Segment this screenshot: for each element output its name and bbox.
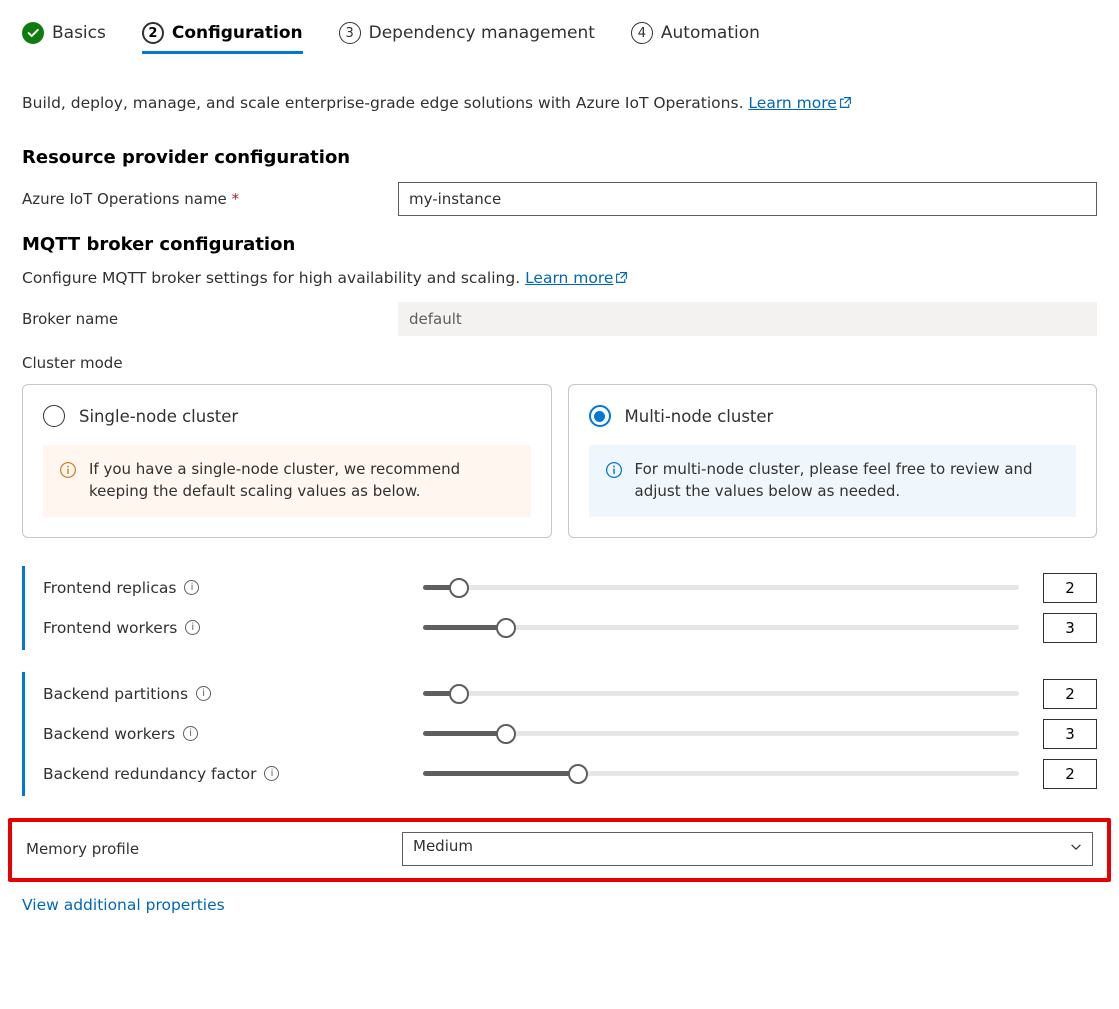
slider-track[interactable] [423, 578, 1019, 598]
info-banner: If you have a single-node cluster, we re… [43, 445, 531, 517]
learn-more-link[interactable]: Learn more [748, 94, 851, 112]
subtext-body: Configure MQTT broker settings for high … [22, 269, 525, 287]
intro-body: Build, deploy, manage, and scale enterpr… [22, 94, 748, 112]
info-icon [59, 461, 77, 503]
field-broker-name: Broker name [22, 302, 1097, 336]
slider-backend-redundancy: Backend redundancy factor i [43, 754, 1097, 794]
section-heading-mqtt: MQTT broker configuration [22, 234, 1097, 255]
slider-backend-partitions: Backend partitions i [43, 674, 1097, 714]
tab-configuration[interactable]: 2 Configuration [142, 18, 303, 54]
slider-thumb[interactable] [496, 618, 516, 638]
info-banner: For multi-node cluster, please feel free… [589, 445, 1077, 517]
wizard-tabs: Basics 2 Configuration 3 Dependency mana… [22, 18, 1097, 60]
info-icon[interactable]: i [196, 686, 211, 701]
field-label: Memory profile [26, 840, 402, 858]
slider-label: Frontend workers i [43, 619, 399, 637]
slider-label: Backend redundancy factor i [43, 765, 399, 783]
info-icon [605, 461, 623, 503]
slider-thumb[interactable] [496, 724, 516, 744]
info-icon[interactable]: i [184, 580, 199, 595]
slider-value-input[interactable] [1043, 719, 1097, 749]
info-icon[interactable]: i [183, 726, 198, 741]
slider-track[interactable] [423, 764, 1019, 784]
slider-backend-workers: Backend workers i [43, 714, 1097, 754]
step-number-icon: 3 [339, 22, 361, 44]
cluster-mode-label: Cluster mode [22, 354, 1097, 372]
slider-thumb[interactable] [449, 578, 469, 598]
slider-value-input[interactable] [1043, 613, 1097, 643]
required-asterisk: * [232, 190, 240, 208]
section-heading-resource-provider: Resource provider configuration [22, 147, 1097, 168]
label-text: Azure IoT Operations name [22, 190, 227, 208]
slider-value-input[interactable] [1043, 679, 1097, 709]
label-text: Backend workers [43, 725, 175, 743]
field-label: Broker name [22, 310, 398, 328]
slider-track[interactable] [423, 618, 1019, 638]
tab-label: Configuration [172, 23, 303, 43]
backend-slider-group: Backend partitions i Backend workers i Bac… [22, 672, 1097, 796]
field-memory-profile: Memory profile Medium [26, 832, 1093, 866]
mqtt-subtext: Configure MQTT broker settings for high … [22, 269, 1097, 288]
memory-profile-highlight: Memory profile Medium [8, 818, 1111, 882]
tab-label: Basics [52, 23, 106, 43]
option-multi-node[interactable]: Multi-node cluster For multi-node cluste… [568, 384, 1098, 538]
option-title: Single-node cluster [79, 407, 238, 426]
link-label: Learn more [525, 269, 613, 287]
external-link-icon [615, 270, 628, 288]
intro-text: Build, deploy, manage, and scale enterpr… [22, 94, 1097, 113]
slider-value-input[interactable] [1043, 573, 1097, 603]
slider-track[interactable] [423, 684, 1019, 704]
radio-icon[interactable] [43, 405, 65, 427]
tab-label: Dependency management [369, 23, 595, 43]
tab-automation[interactable]: 4 Automation [631, 18, 760, 54]
slider-frontend-replicas: Frontend replicas i [43, 568, 1097, 608]
banner-text: For multi-node cluster, please feel free… [635, 459, 1061, 503]
option-title: Multi-node cluster [625, 407, 774, 426]
slider-track[interactable] [423, 724, 1019, 744]
step-number-icon: 4 [631, 22, 653, 44]
field-label: Azure IoT Operations name * [22, 190, 398, 208]
memory-profile-select[interactable]: Medium [402, 832, 1093, 866]
label-text: Frontend replicas [43, 579, 176, 597]
radio-icon[interactable] [589, 405, 611, 427]
label-text: Backend partitions [43, 685, 188, 703]
info-icon[interactable]: i [185, 620, 200, 635]
slider-thumb[interactable] [568, 764, 588, 784]
slider-label: Backend partitions i [43, 685, 399, 703]
option-header: Multi-node cluster [589, 405, 1077, 427]
tab-label: Automation [661, 23, 760, 43]
slider-value-input[interactable] [1043, 759, 1097, 789]
slider-frontend-workers: Frontend workers i [43, 608, 1097, 648]
banner-text: If you have a single-node cluster, we re… [89, 459, 515, 503]
slider-label: Backend workers i [43, 725, 399, 743]
label-text: Backend redundancy factor [43, 765, 256, 783]
external-link-icon [839, 95, 852, 113]
option-single-node[interactable]: Single-node cluster If you have a single… [22, 384, 552, 538]
option-header: Single-node cluster [43, 405, 531, 427]
frontend-slider-group: Frontend replicas i Frontend workers i [22, 566, 1097, 650]
slider-thumb[interactable] [449, 684, 469, 704]
label-text: Frontend workers [43, 619, 177, 637]
learn-more-link[interactable]: Learn more [525, 269, 628, 287]
select-value: Medium [402, 832, 1093, 866]
tab-dependency-management[interactable]: 3 Dependency management [339, 18, 595, 54]
view-additional-properties-link[interactable]: View additional properties [22, 896, 1097, 914]
step-number-icon: 2 [142, 22, 164, 44]
broker-name-input [398, 302, 1097, 336]
field-iot-name: Azure IoT Operations name * [22, 182, 1097, 216]
iot-name-input[interactable] [398, 182, 1097, 216]
link-label: Learn more [748, 94, 836, 112]
cluster-mode-options: Single-node cluster If you have a single… [22, 384, 1097, 538]
tab-basics[interactable]: Basics [22, 18, 106, 54]
checkmark-icon [22, 22, 44, 44]
info-icon[interactable]: i [264, 766, 279, 781]
slider-label: Frontend replicas i [43, 579, 399, 597]
